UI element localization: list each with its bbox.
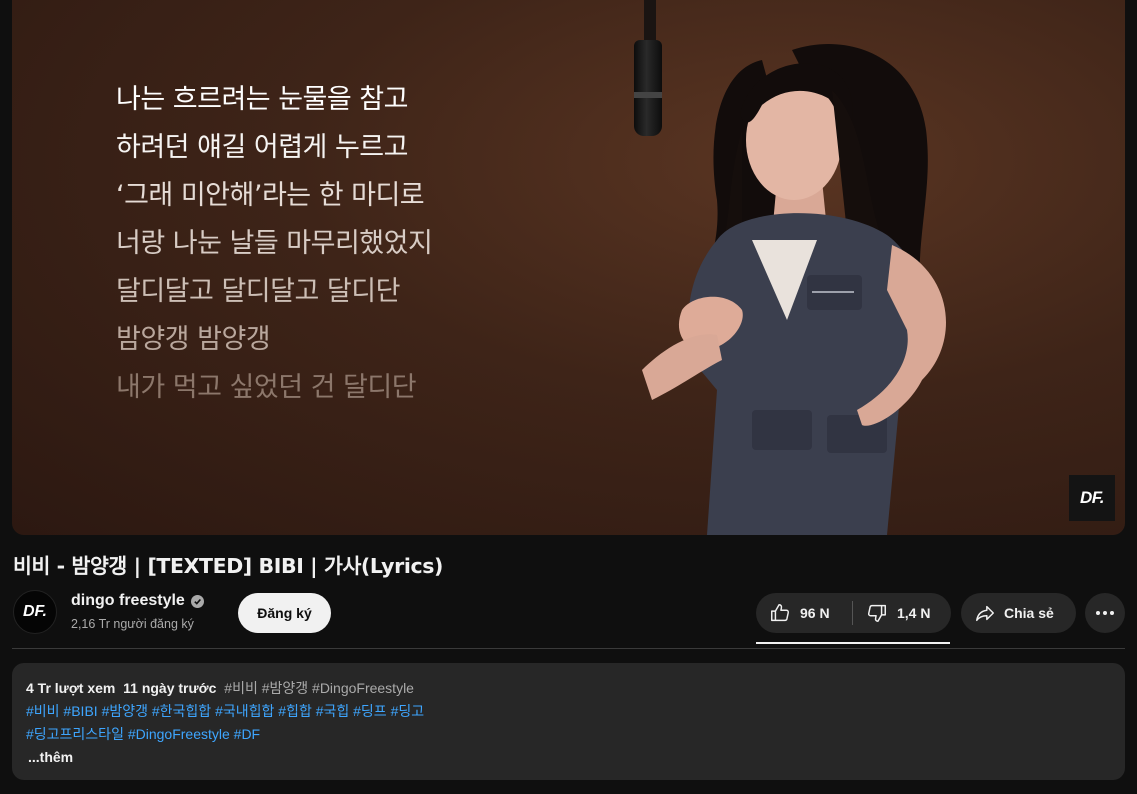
hashtag-line[interactable]: #비비 #BIBI #밤양갱 #한국힙합 #국내힙합 #힙합 #국힙 #딩프 #…: [26, 700, 1111, 723]
channel-name-link[interactable]: dingo freestyle: [71, 592, 204, 610]
lyric-line: 달디달고 달디달고 달디단: [116, 276, 400, 307]
channel-watermark: DF.: [1069, 475, 1115, 521]
verified-check-icon: [190, 594, 204, 608]
subscribe-button[interactable]: Đăng ký: [238, 593, 331, 633]
like-count: 96 N: [800, 605, 830, 621]
singer-figure: [642, 44, 946, 535]
share-button[interactable]: Chia sẻ: [961, 593, 1076, 633]
lyric-line: 나는 흐르려는 눈물을 참고: [116, 84, 409, 115]
inline-hashtags[interactable]: #비비 #밤양갱 #DingoFreestyle: [224, 680, 414, 696]
thumbs-up-icon: [771, 604, 790, 622]
like-progress-underline: [756, 642, 950, 644]
share-label: Chia sẻ: [1004, 605, 1054, 621]
dislike-count: 1,4 N: [897, 605, 931, 621]
share-icon: [976, 605, 994, 622]
show-more-link[interactable]: ...thêm: [28, 746, 1111, 769]
subscriber-count: 2,16 Tr người đăng ký: [71, 617, 194, 631]
more-horizontal-icon: [1096, 611, 1114, 615]
video-player[interactable]: 나는 흐르려는 눈물을 참고 하려던 얘길 어렵게 누르고 ‘그래 미안해’라는…: [12, 0, 1125, 535]
lyric-line: 밤양갱 밤양갱: [116, 324, 271, 355]
channel-name: dingo freestyle: [71, 592, 185, 609]
divider: [12, 648, 1125, 649]
video-title: 비비 - 밤양갱 | [TEXTED] BIBI | 가사(Lyrics): [13, 554, 443, 578]
channel-avatar[interactable]: DF.: [13, 590, 57, 634]
lyric-line: 하려던 얘길 어렵게 누르고: [116, 132, 409, 163]
more-actions-button[interactable]: [1085, 593, 1125, 633]
like-button[interactable]: 96 N: [756, 593, 852, 633]
upload-age: 11 ngày trước: [123, 680, 217, 696]
lyric-line: 너랑 나눈 날들 마무리했었지: [116, 228, 433, 259]
thumbs-down-icon: [867, 604, 886, 622]
dislike-button[interactable]: 1,4 N: [853, 593, 951, 633]
lyric-line: ‘그래 미안해’라는 한 마디로: [116, 180, 425, 211]
lyric-line: 내가 먹고 싶었던 건 달디단: [116, 372, 417, 403]
view-count: 4 Tr lượt xem: [26, 680, 116, 696]
hashtag-line[interactable]: #딩고프리스타일 #DingoFreestyle #DF: [26, 723, 1111, 746]
description-box[interactable]: 4 Tr lượt xem 11 ngày trước #비비 #밤양갱 #Di…: [12, 663, 1125, 780]
view-meta-line: 4 Tr lượt xem 11 ngày trước #비비 #밤양갱 #Di…: [26, 677, 1111, 700]
like-dislike-group: 96 N 1,4 N: [756, 593, 951, 633]
lyrics-overlay: 나는 흐르려는 눈물을 참고 하려던 얘길 어렵게 누르고 ‘그래 미안해’라는…: [116, 76, 433, 412]
